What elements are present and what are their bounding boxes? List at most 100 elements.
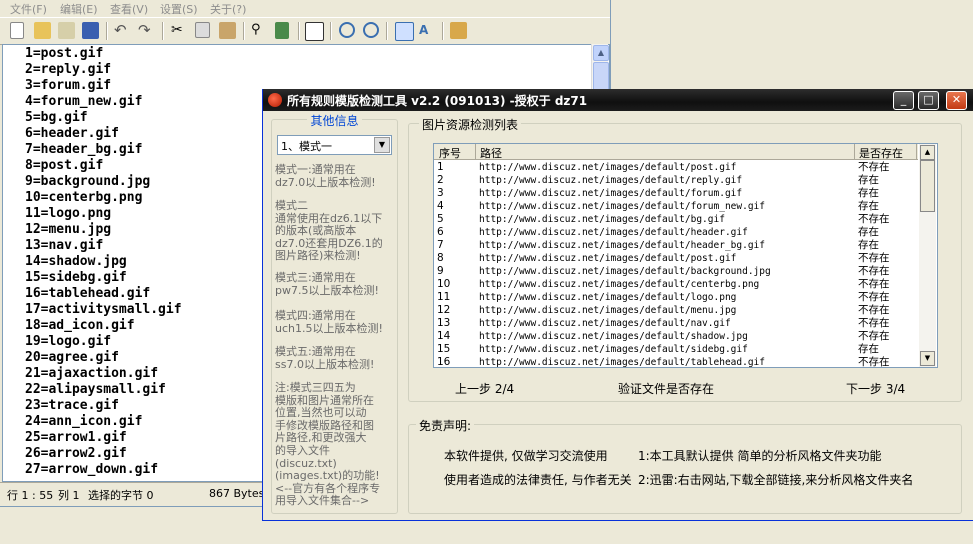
row-exists: 不存在 [858, 291, 890, 303]
redo-icon[interactable]: ↷ [138, 22, 155, 39]
table-row[interactable]: 16 http://www.discuz.net/images/default/t… [434, 356, 918, 367]
table-row[interactable]: 13 http://www.discuz.net/images/default/n… [434, 317, 918, 330]
open-file-icon[interactable] [58, 22, 75, 39]
window-title: 所有规则模版检测工具 v2.2 (091013) -授权于 dz71 [287, 94, 588, 108]
info-panel-title: 其他信息 [307, 114, 362, 128]
text-line: 7=header_bg.gif [25, 142, 143, 157]
table-header: 序号 路径 是否存在 [434, 144, 918, 160]
menu-bar: 文件(F) 编辑(E) 查看(V) 设置(S) 关于(?) [0, 0, 610, 16]
col-index-header[interactable]: 序号 [439, 145, 461, 161]
prev-step-button[interactable]: 上一步 2/4 [455, 380, 514, 397]
cut-icon[interactable]: ✂ [171, 22, 188, 39]
table-row[interactable]: 14 http://www.discuz.net/images/default/s… [434, 330, 918, 343]
text-line: 4=forum_new.gif [25, 94, 143, 109]
menu-edit[interactable]: 编辑(E) [60, 1, 98, 17]
row-exists: 不存在 [858, 265, 890, 277]
chevron-down-icon[interactable]: ▼ [374, 137, 390, 153]
scroll-up-icon[interactable]: ▲ [593, 45, 609, 61]
info-line: dz7.0以上版本检测! [275, 175, 376, 189]
image-check-panel-title: 图片资源检测列表 [419, 116, 522, 133]
row-exists: 不存在 [858, 330, 890, 342]
table-row[interactable]: 5 http://www.discuz.net/images/default/bg… [434, 213, 918, 226]
table-row[interactable]: 2 http://www.discuz.net/images/default/re… [434, 174, 918, 187]
text-line: 23=trace.gif [25, 398, 119, 413]
settings-icon[interactable] [395, 22, 414, 41]
row-exists: 存在 [858, 343, 879, 355]
zoom-in-icon[interactable] [339, 22, 355, 38]
font-icon[interactable]: A [419, 22, 436, 39]
row-path: http://www.discuz.net/images/default/hea… [479, 240, 765, 251]
row-path: http://www.discuz.net/images/default/sha… [479, 331, 748, 342]
paste-icon[interactable] [219, 22, 236, 39]
disclaimer-note-2: 2:迅雷:右击网站,下载全部链接,来分析风格文件夹名 [638, 473, 914, 487]
info-line: 模式二 [275, 199, 308, 212]
row-index: 14 [437, 330, 451, 342]
text-line: 18=ad_icon.gif [25, 318, 135, 333]
open-folder-icon[interactable] [34, 22, 51, 39]
scroll-thumb[interactable] [920, 160, 935, 212]
row-index: 7 [437, 239, 444, 251]
save-icon[interactable] [82, 22, 99, 39]
copy-icon[interactable] [195, 22, 210, 38]
info-line: 注:模式三四五为 [275, 381, 356, 394]
col-path-header[interactable]: 路径 [480, 145, 502, 161]
table-row[interactable]: 10 http://www.discuz.net/images/default/c… [434, 278, 918, 291]
table-row[interactable]: 9 http://www.discuz.net/images/default/ba… [434, 265, 918, 278]
text-line: 2=reply.gif [25, 62, 112, 77]
row-path: http://www.discuz.net/images/default/pos… [479, 162, 737, 173]
word-wrap-icon[interactable] [305, 22, 324, 41]
title-bar[interactable]: 所有规则模版检测工具 v2.2 (091013) -授权于 dz71 _ □ ✕ [263, 89, 973, 111]
next-step-button[interactable]: 下一步 3/4 [846, 380, 905, 397]
table-row[interactable]: 12 http://www.discuz.net/images/default/m… [434, 304, 918, 317]
row-index: 11 [437, 291, 451, 303]
table-row[interactable]: 11 http://www.discuz.net/images/default/l… [434, 291, 918, 304]
row-exists: 不存在 [858, 213, 890, 225]
table-row[interactable]: 3 http://www.discuz.net/images/default/fo… [434, 187, 918, 200]
scroll-down-icon[interactable]: ▼ [920, 351, 935, 366]
menu-settings[interactable]: 设置(S) [160, 1, 198, 17]
text-line: 14=shadow.jpg [25, 254, 127, 269]
table-row[interactable]: 1 http://www.discuz.net/images/default/po… [434, 161, 918, 174]
menu-view[interactable]: 查看(V) [110, 1, 148, 17]
info-block: 模式三:通常用在 pw7.5以上版本检测! [275, 271, 395, 297]
text-line: 3=forum.gif [25, 78, 112, 93]
new-file-icon[interactable] [10, 22, 24, 39]
table-scrollbar[interactable]: ▲ ▼ [919, 144, 936, 367]
zoom-out-icon[interactable] [363, 22, 379, 38]
table-row[interactable]: 7 http://www.discuz.net/images/default/he… [434, 239, 918, 252]
table-row[interactable]: 4 http://www.discuz.net/images/default/fo… [434, 200, 918, 213]
maximize-button[interactable]: □ [918, 91, 939, 110]
exit-icon[interactable] [450, 22, 467, 39]
mode-dropdown[interactable]: 1、模式一 ▼ [277, 135, 392, 155]
text-line: 15=sidebg.gif [25, 270, 127, 285]
table-row[interactable]: 15 http://www.discuz.net/images/default/s… [434, 343, 918, 356]
menu-file[interactable]: 文件(F) [10, 1, 47, 17]
row-exists: 不存在 [858, 161, 890, 173]
text-line: 17=activitysmall.gif [25, 302, 182, 317]
replace-icon[interactable] [275, 22, 289, 39]
info-line: (images.txt)的功能! [275, 469, 380, 483]
text-line: 24=ann_icon.gif [25, 414, 143, 429]
text-line: 19=logo.gif [25, 334, 112, 349]
minimize-button[interactable]: _ [893, 91, 914, 110]
row-index: 4 [437, 200, 444, 212]
text-line: 27=arrow_down.gif [25, 462, 159, 477]
close-button[interactable]: ✕ [946, 91, 967, 110]
row-index: 3 [437, 187, 444, 199]
verify-files-button[interactable]: 验证文件是否存在 [618, 380, 714, 397]
status-selection: 选择的字节 0 [88, 489, 154, 502]
find-icon[interactable]: ⚲ [251, 22, 268, 39]
menu-about[interactable]: 关于(?) [210, 1, 246, 17]
scroll-up-icon[interactable]: ▲ [920, 145, 935, 160]
row-path: http://www.discuz.net/images/default/cen… [479, 279, 760, 290]
info-line: 位置,当然也可以动 [275, 406, 367, 420]
toolbar: ↶ ↷ ✂ ⚲ A [0, 17, 610, 45]
col-exists-header[interactable]: 是否存在 [859, 145, 903, 161]
info-panel: 其他信息 1、模式一 ▼ 模式一:通常用在 dz7.0以上版本检测! 模式二 通常使用… [271, 114, 398, 514]
image-check-table[interactable]: 序号 路径 是否存在 1 http://www.discuz.net/images… [433, 143, 938, 368]
info-line: 的版本(或高版本 [275, 224, 357, 238]
table-row[interactable]: 8 http://www.discuz.net/images/default/po… [434, 252, 918, 265]
undo-icon[interactable]: ↶ [114, 22, 131, 39]
table-row[interactable]: 6 http://www.discuz.net/images/default/he… [434, 226, 918, 239]
info-line: 模式五:通常用在 [275, 345, 356, 358]
